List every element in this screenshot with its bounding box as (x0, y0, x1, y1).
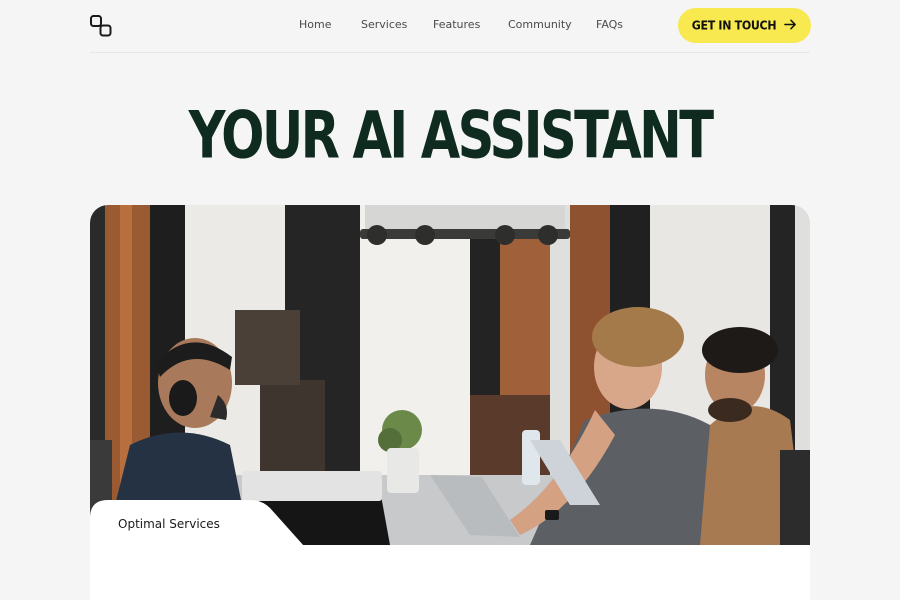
hero-title: YOUR AI ASSISTANT (188, 97, 714, 174)
nav-faqs[interactable]: FAQs (596, 18, 623, 31)
optimal-services-tab[interactable]: Optimal Services (118, 517, 220, 531)
nav-features[interactable]: Features (433, 18, 480, 31)
site-header: Home Services Features Community FAQs GE… (90, 0, 811, 53)
nav-home[interactable]: Home (299, 18, 331, 31)
hero-photo (90, 205, 810, 545)
get-in-touch-button[interactable]: GET IN TOUCH (678, 8, 811, 43)
nav-services[interactable]: Services (361, 18, 407, 31)
nav-community[interactable]: Community (508, 18, 572, 31)
arrow-right-icon (784, 16, 797, 35)
get-in-touch-label: GET IN TOUCH (691, 18, 777, 33)
content-card (90, 545, 810, 600)
